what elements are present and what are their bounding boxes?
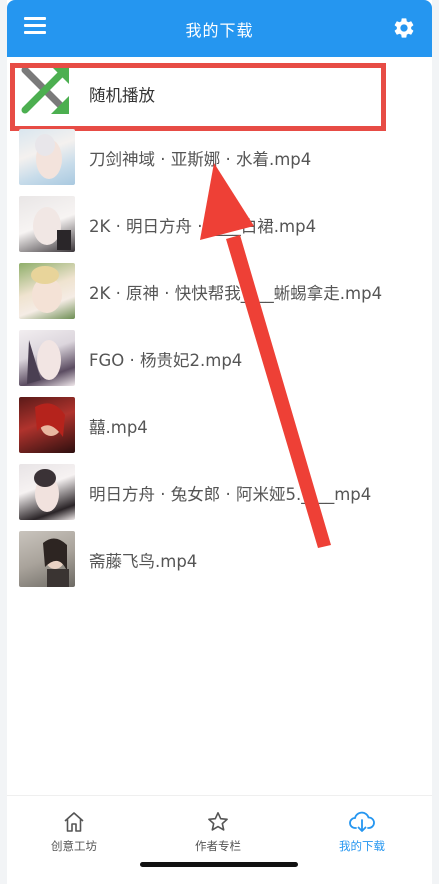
video-title: 斋藤飞鸟.mp4 <box>89 552 198 571</box>
app-screen: 我的下载 随机播放 刀剑神域 · 亚斯娜 · 水着.mp4 2K · 明日方舟 … <box>0 0 439 884</box>
nav-label: 作者专栏 <box>195 839 241 853</box>
video-title: 2K · 明日方舟 · ____白裙.mp4 <box>89 217 317 236</box>
nav-label: 创意工坊 <box>51 839 97 853</box>
list-item[interactable]: 明日方舟 · 兔女郎 · 阿米娅5.____mp4 <box>7 459 432 526</box>
list-item[interactable]: 刀剑神域 · 亚斯娜 · 水着.mp4 <box>7 124 432 191</box>
nav-label: 我的下载 <box>339 839 385 853</box>
video-thumbnail <box>19 397 75 453</box>
video-thumbnail <box>19 196 75 252</box>
download-list: 随机播放 刀剑神域 · 亚斯娜 · 水着.mp4 2K · 明日方舟 · ___… <box>7 57 432 593</box>
gear-icon[interactable] <box>392 16 416 40</box>
list-item[interactable]: 囍.mp4 <box>7 392 432 459</box>
random-play-item[interactable]: 随机播放 <box>7 57 432 131</box>
list-item[interactable]: 2K · 原神 · 快快帮我____蜥蜴拿走.mp4 <box>7 258 432 325</box>
star-icon <box>208 812 228 831</box>
page-title: 我的下载 <box>185 21 254 40</box>
frame-edge <box>432 0 439 884</box>
cloud-download-icon <box>349 811 375 832</box>
nav-workshop[interactable]: 创意工坊 <box>14 810 134 854</box>
random-play-label: 随机播放 <box>89 86 155 105</box>
bottom-navigation: 创意工坊 作者专栏 我的下载 <box>7 795 432 884</box>
video-thumbnail <box>19 531 75 587</box>
list-item[interactable]: 2K · 明日方舟 · ____白裙.mp4 <box>7 191 432 258</box>
video-title: 囍.mp4 <box>89 418 148 437</box>
video-thumbnail <box>19 464 75 520</box>
shuffle-icon <box>19 62 75 118</box>
home-indicator[interactable] <box>140 862 298 867</box>
video-title: 明日方舟 · 兔女郎 · 阿米娅5.____mp4 <box>89 485 372 504</box>
home-icon <box>64 812 84 832</box>
video-thumbnail <box>19 330 75 386</box>
video-title: FGO · 杨贵妃2.mp4 <box>89 351 243 370</box>
list-item[interactable]: FGO · 杨贵妃2.mp4 <box>7 325 432 392</box>
video-title: 2K · 原神 · 快快帮我____蜥蜴拿走.mp4 <box>89 284 383 303</box>
frame-edge <box>0 0 7 884</box>
video-title: 刀剑神域 · 亚斯娜 · 水着.mp4 <box>89 150 312 169</box>
video-thumbnail <box>19 129 75 185</box>
list-item[interactable]: 斋藤飞鸟.mp4 <box>7 526 432 593</box>
app-bar: 我的下载 <box>7 0 432 57</box>
nav-author-column[interactable]: 作者专栏 <box>158 810 278 854</box>
nav-my-downloads[interactable]: 我的下载 <box>302 810 422 854</box>
video-thumbnail <box>19 263 75 319</box>
